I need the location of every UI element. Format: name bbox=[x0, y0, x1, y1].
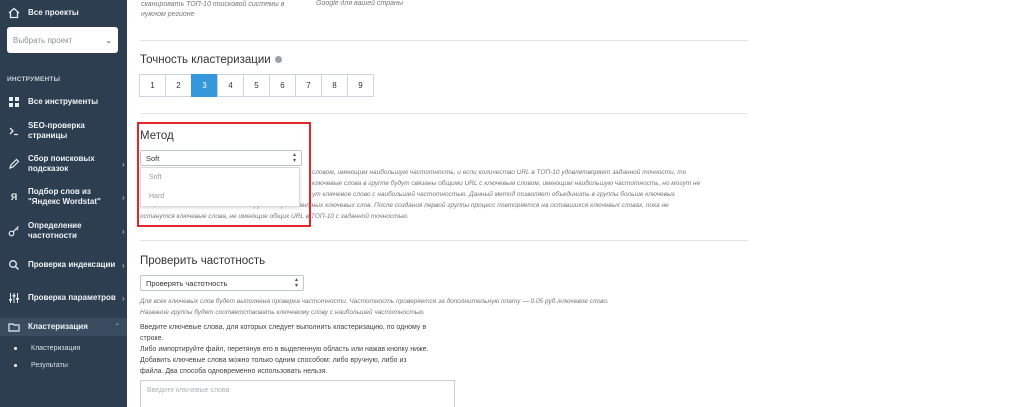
chevron-right-icon: › bbox=[122, 192, 125, 202]
sidebar-item-clustering[interactable]: Кластеризация ˆ bbox=[0, 318, 127, 336]
sidebar-item-frequency[interactable]: Определение частотности › bbox=[0, 220, 127, 242]
sidebar-item-suggestions[interactable]: Сбор поисковых подсказок › bbox=[0, 153, 127, 175]
info-icon[interactable] bbox=[274, 56, 282, 64]
sidebar-section-title: ИНСТРУМЕНТЫ bbox=[7, 76, 61, 83]
sidebar-item-label: SEO-проверка страницы bbox=[28, 121, 85, 140]
instruction-line: строке. bbox=[140, 335, 164, 342]
sidebar-all-projects[interactable]: Все проекты bbox=[0, 6, 127, 20]
instruction-line: Добавить ключевые слова можно только одн… bbox=[140, 357, 407, 364]
accuracy-title-text: Точность кластеризации bbox=[140, 54, 271, 66]
sidebar-all-projects-label: Все проекты bbox=[28, 8, 79, 17]
accuracy-option[interactable]: 4 bbox=[217, 74, 244, 97]
sidebar-item-label: Проверка индексации bbox=[28, 260, 116, 269]
method-description-line: словом, имеющим наибольшую частотность, … bbox=[312, 169, 687, 176]
sidebar-item-all-tools[interactable]: Все инструменты bbox=[0, 96, 127, 108]
bullet-icon bbox=[14, 364, 17, 367]
region-note: сканировать ТОП-10 поисковой системы в н… bbox=[141, 0, 284, 20]
sidebar-subitem-label: Результаты bbox=[31, 362, 68, 369]
accuracy-option[interactable]: 2 bbox=[165, 74, 192, 97]
accuracy-title: Точность кластеризации bbox=[140, 54, 282, 66]
select-arrows-icon: ▴ ▾ bbox=[294, 277, 298, 289]
instruction-line: Введите ключевые слова, для которых след… bbox=[140, 324, 427, 331]
keywords-textarea[interactable]: Введите ключевые слова bbox=[140, 380, 455, 407]
frequency-select-value: Проверять частотность bbox=[146, 278, 228, 288]
sidebar-subitem-results[interactable]: Результаты bbox=[14, 362, 68, 369]
chevron-down-icon: ⌄ bbox=[105, 35, 112, 45]
sidebar: Все проекты Выбрать проект ⌄ ИНСТРУМЕНТЫ… bbox=[0, 0, 127, 407]
chevron-right-icon: › bbox=[122, 226, 125, 236]
method-description: словом, имеющим наибольшую частотность, … bbox=[312, 167, 700, 200]
highlight-box bbox=[137, 122, 311, 227]
folder-icon bbox=[7, 320, 21, 334]
chevron-right-icon: › bbox=[122, 260, 125, 270]
frequency-select[interactable]: Проверять частотность ▴ ▾ bbox=[140, 275, 304, 291]
divider bbox=[140, 240, 748, 241]
sidebar-item-label: Подбор слов из "Яндекс Wordstat" bbox=[28, 187, 101, 206]
accuracy-option[interactable]: 8 bbox=[321, 74, 348, 97]
main-content: сканировать ТОП-10 поисковой системы в н… bbox=[127, 0, 1024, 407]
project-select[interactable]: Выбрать проект ⌄ bbox=[7, 27, 118, 53]
search-icon bbox=[7, 258, 21, 272]
chevron-right-icon: › bbox=[122, 159, 125, 169]
project-select-placeholder: Выбрать проект bbox=[13, 35, 73, 45]
accuracy-option[interactable]: 7 bbox=[295, 74, 322, 97]
frequency-title: Проверить частотность bbox=[140, 255, 266, 267]
sidebar-item-label: Сбор поисковых подсказок bbox=[28, 154, 95, 173]
sidebar-item-label: Проверка параметров bbox=[28, 293, 116, 302]
sidebar-item-label: Кластеризация bbox=[28, 322, 88, 331]
home-icon bbox=[7, 6, 21, 20]
divider bbox=[140, 113, 748, 114]
sidebar-item-label: Все инструменты bbox=[28, 97, 99, 106]
accuracy-option-selected[interactable]: 3 bbox=[191, 74, 218, 97]
accuracy-option[interactable]: 1 bbox=[139, 74, 166, 97]
grid-icon bbox=[7, 95, 21, 109]
bullet-icon bbox=[14, 347, 17, 350]
sidebar-item-wordstat[interactable]: Я Подбор слов из "Яндекс Wordstat" › bbox=[0, 186, 127, 208]
method-description-line: ут ключевое слово с наибольшей частотнос… bbox=[312, 191, 676, 198]
sidebar-item-indexing[interactable]: Проверка индексации › bbox=[0, 254, 127, 276]
sidebar-subitem-clustering[interactable]: Кластеризация bbox=[14, 345, 80, 352]
method-description-line: ключевые слова в группе будут связаны об… bbox=[312, 180, 701, 187]
instruction-line: файла. Два способа одновременно использо… bbox=[140, 368, 328, 375]
sidebar-item-seo-check[interactable]: SEO-проверка страницы bbox=[0, 120, 127, 142]
terminal-icon bbox=[7, 124, 21, 138]
sliders-icon bbox=[7, 291, 21, 305]
region-note-line: сканировать ТОП-10 поисковой системы в bbox=[141, 1, 285, 8]
key-icon bbox=[7, 224, 21, 238]
sidebar-item-parameters[interactable]: Проверка параметров › bbox=[0, 287, 127, 309]
divider bbox=[140, 40, 748, 41]
frequency-description: Для всех ключевых слов будет выполнена п… bbox=[140, 296, 609, 318]
pencil-icon bbox=[7, 157, 21, 171]
keywords-instructions: Введите ключевые слова, для которых след… bbox=[140, 322, 429, 377]
accuracy-option[interactable]: 6 bbox=[269, 74, 296, 97]
instruction-line: Либо импортируйте файл, перетянув его в … bbox=[140, 346, 429, 353]
sidebar-subitem-label: Кластеризация bbox=[31, 345, 81, 352]
region-note-line: нужном регионе bbox=[141, 11, 195, 18]
accuracy-option[interactable]: 9 bbox=[347, 74, 374, 97]
accuracy-option[interactable]: 5 bbox=[243, 74, 270, 97]
country-note: Google для вашей страны bbox=[316, 0, 403, 7]
chevron-up-icon: ˆ bbox=[116, 322, 119, 332]
chevron-right-icon: › bbox=[122, 293, 125, 303]
accuracy-selector: 1 2 3 4 5 6 7 8 9 bbox=[139, 74, 374, 97]
yandex-icon: Я bbox=[10, 192, 18, 202]
frequency-description-line: Для всех ключевых слов будет выполнена п… bbox=[140, 298, 609, 305]
frequency-description-line: Название группы будет соответствовать кл… bbox=[140, 309, 425, 316]
sidebar-item-label: Определение частотности bbox=[28, 221, 82, 240]
